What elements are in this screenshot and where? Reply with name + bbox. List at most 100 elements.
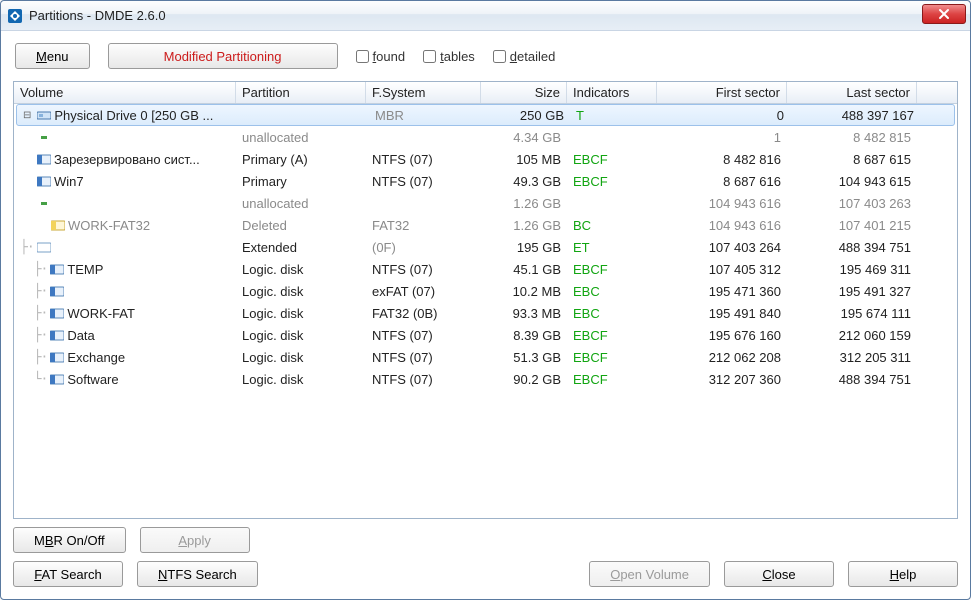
titlebar: Partitions - DMDE 2.6.0: [1, 1, 970, 31]
cell-size: 51.3 GB: [481, 347, 567, 368]
cell-fsystem: [366, 134, 481, 140]
cell-fsystem: FAT32 (0B): [366, 303, 481, 324]
cell-indicators: [567, 134, 657, 140]
cell-partition: Logic. disk: [236, 369, 366, 390]
cell-fsystem: NTFS (07): [366, 149, 481, 170]
cell-last: 195 469 311: [787, 259, 917, 280]
cell-partition: unallocated: [236, 193, 366, 214]
cell-first: 0: [660, 105, 790, 126]
volume-label: Win7: [54, 174, 230, 189]
table-row[interactable]: ├·Logic. diskexFAT (07)10.2 MBEBC195 471…: [14, 280, 957, 302]
table-row[interactable]: ├·TEMPLogic. diskNTFS (07)45.1 GBEBCF107…: [14, 258, 957, 280]
cell-last: 8 687 615: [787, 149, 917, 170]
table-row[interactable]: ├·WORK-FATLogic. diskFAT32 (0B)93.3 MBEB…: [14, 302, 957, 324]
table-row[interactable]: ├·DataLogic. diskNTFS (07)8.39 GBEBCF195…: [14, 324, 957, 346]
table-row[interactable]: unallocated1.26 GB104 943 616107 403 263: [14, 192, 957, 214]
cell-first: 212 062 208: [657, 347, 787, 368]
ntfs-search-button[interactable]: NTFS Search: [137, 561, 258, 587]
table-row[interactable]: ├·ExchangeLogic. diskNTFS (07)51.3 GBEBC…: [14, 346, 957, 368]
cell-fsystem: [366, 200, 481, 206]
window-close-button[interactable]: [922, 4, 966, 24]
cell-partition: Deleted: [236, 215, 366, 236]
tables-checkbox[interactable]: tables: [423, 49, 475, 64]
table-row[interactable]: Зарезервировано сист...Primary (A)NTFS (…: [14, 148, 957, 170]
help-button[interactable]: Help: [848, 561, 958, 587]
cell-partition: Logic. disk: [236, 259, 366, 280]
col-header-volume[interactable]: Volume: [14, 82, 236, 103]
window: Partitions - DMDE 2.6.0 Menu Modified Pa…: [0, 0, 971, 600]
volume-label: Data: [67, 328, 230, 343]
col-header-last[interactable]: Last sector: [787, 82, 917, 103]
table-row[interactable]: unallocated4.34 GB18 482 815: [14, 126, 957, 148]
cell-last: 488 394 751: [787, 369, 917, 390]
cell-partition: Logic. disk: [236, 303, 366, 324]
cell-indicators: EBCF: [567, 259, 657, 280]
volume-icon: [37, 242, 51, 253]
cell-size: 105 MB: [481, 149, 567, 170]
volume-label: Software: [67, 372, 230, 387]
cell-partition: Primary (A): [236, 149, 366, 170]
app-icon: [7, 8, 23, 24]
cell-fsystem: NTFS (07): [366, 369, 481, 390]
partition-grid: Volume Partition F.System Size Indicator…: [13, 81, 958, 519]
detailed-checkbox[interactable]: detailed: [493, 49, 556, 64]
top-toolbar: Menu Modified Partitioning found tables …: [13, 41, 958, 73]
table-row[interactable]: Win7PrimaryNTFS (07)49.3 GBEBCF8 687 616…: [14, 170, 957, 192]
cell-last: 488 394 751: [787, 237, 917, 258]
volume-icon: [50, 308, 64, 319]
table-row[interactable]: WORK-FAT32DeletedFAT321.26 GBBC104 943 6…: [14, 214, 957, 236]
cell-last: 107 401 215: [787, 215, 917, 236]
volume-icon: [51, 220, 65, 231]
cell-first: 107 405 312: [657, 259, 787, 280]
mbr-onoff-button[interactable]: MBR On/Off: [13, 527, 126, 553]
close-button[interactable]: Close: [724, 561, 834, 587]
cell-indicators: EBCF: [567, 171, 657, 192]
volume-icon: [50, 330, 64, 341]
col-header-indicators[interactable]: Indicators: [567, 82, 657, 103]
col-header-partition[interactable]: Partition: [236, 82, 366, 103]
cell-partition: Extended: [236, 237, 366, 258]
col-header-fsystem[interactable]: F.System: [366, 82, 481, 103]
found-checkbox[interactable]: found: [356, 49, 406, 64]
volume-label: TEMP: [67, 262, 230, 277]
open-volume-button[interactable]: Open Volume: [589, 561, 710, 587]
cell-indicators: EBCF: [567, 369, 657, 390]
cell-fsystem: NTFS (07): [366, 259, 481, 280]
cell-first: 1: [657, 127, 787, 148]
volume-label: WORK-FAT32: [68, 218, 230, 233]
cell-last: 195 491 327: [787, 281, 917, 302]
cell-size: 4.34 GB: [481, 127, 567, 148]
cell-first: 104 943 616: [657, 215, 787, 236]
cell-last: 107 403 263: [787, 193, 917, 214]
fat-search-button[interactable]: FAT Search: [13, 561, 123, 587]
cell-fsystem: NTFS (07): [366, 347, 481, 368]
col-header-first[interactable]: First sector: [657, 82, 787, 103]
volume-icon: [50, 286, 64, 297]
bottom-toolbar: MBR On/Off Apply FAT Search NTFS Search …: [13, 527, 958, 587]
apply-button[interactable]: Apply: [140, 527, 250, 553]
cell-first: 195 676 160: [657, 325, 787, 346]
modified-partitioning-button[interactable]: Modified Partitioning: [108, 43, 338, 69]
cell-size: 195 GB: [481, 237, 567, 258]
grid-header: Volume Partition F.System Size Indicator…: [14, 82, 957, 104]
col-header-size[interactable]: Size: [481, 82, 567, 103]
menu-button[interactable]: Menu: [15, 43, 90, 69]
cell-last: 212 060 159: [787, 325, 917, 346]
volume-icon: [50, 352, 64, 363]
cell-fsystem: (0F): [366, 237, 481, 258]
cell-partition: Logic. disk: [236, 281, 366, 302]
cell-indicators: [567, 200, 657, 206]
table-row[interactable]: ⊟Physical Drive 0 [250 GB ...MBR250 GBT0…: [16, 104, 955, 126]
cell-last: 195 674 111: [787, 303, 917, 324]
table-row[interactable]: └·SoftwareLogic. diskNTFS (07)90.2 GBEBC…: [14, 368, 957, 390]
volume-label: Physical Drive 0 [250 GB ...: [54, 108, 233, 123]
table-row[interactable]: ├·Extended(0F)195 GBET107 403 264488 394…: [14, 236, 957, 258]
cell-indicators: BC: [567, 215, 657, 236]
cell-size: 1.26 GB: [481, 215, 567, 236]
cell-fsystem: NTFS (07): [366, 171, 481, 192]
cell-first: 8 482 816: [657, 149, 787, 170]
cell-last: 488 397 167: [790, 105, 920, 126]
cell-first: 195 491 840: [657, 303, 787, 324]
grid-body[interactable]: ⊟Physical Drive 0 [250 GB ...MBR250 GBT0…: [14, 104, 957, 518]
volume-label: WORK-FAT: [67, 306, 230, 321]
